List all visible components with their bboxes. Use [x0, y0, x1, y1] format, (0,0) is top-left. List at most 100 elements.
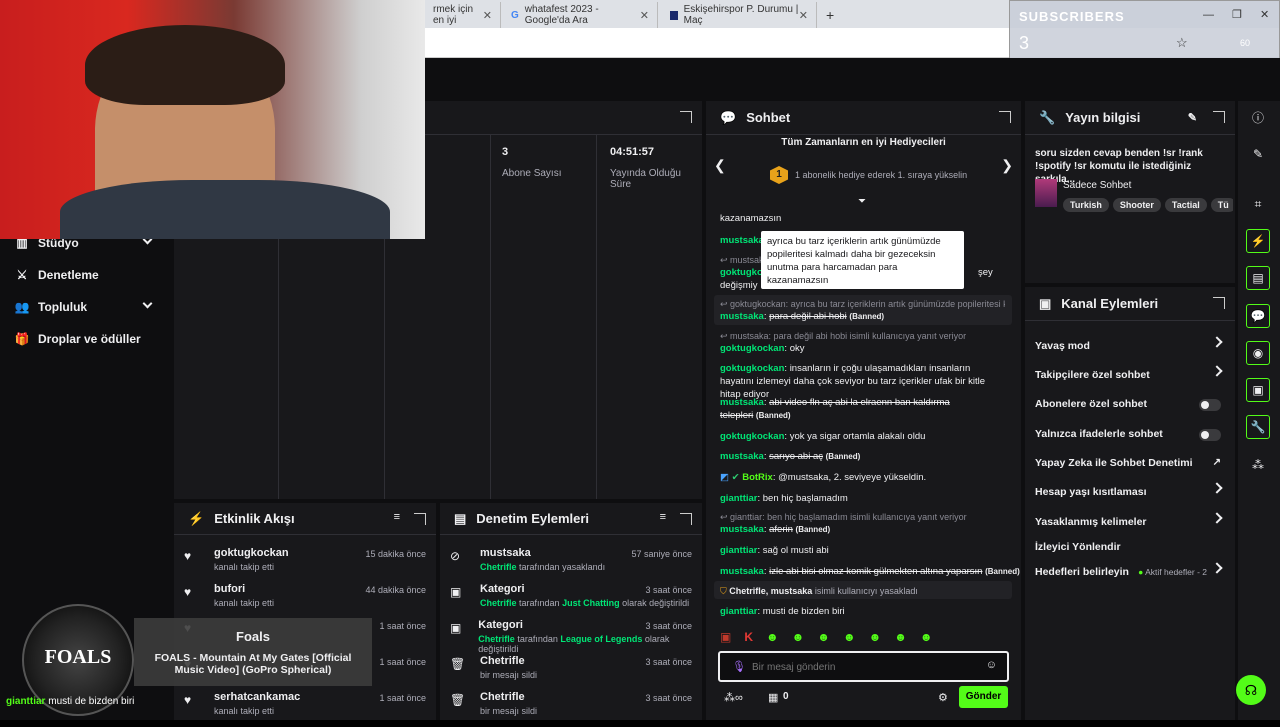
broadcast-icon[interactable]: ◉ [1246, 341, 1270, 365]
activity-user[interactable]: serhatcankamac [214, 691, 300, 703]
browser-tab[interactable]: G whatafest 2023 - Google'da Ara ✕ [503, 2, 658, 28]
send-button[interactable]: Gönder [959, 686, 1008, 708]
emoji-icon[interactable]: ☺ [986, 659, 997, 671]
new-tab-button[interactable]: + [818, 2, 842, 28]
minimize-icon[interactable]: — [1203, 9, 1214, 21]
maximize-icon[interactable]: ❐ [1232, 8, 1242, 21]
setting-goals[interactable]: Hedefleri belirleyin ● Aktif hedefler - 2 [1035, 560, 1223, 584]
chat-username[interactable]: BotRix [742, 472, 773, 483]
chat-username[interactable]: mustsaka [720, 397, 764, 408]
emote-icon[interactable]: K [744, 630, 753, 646]
mod-action-target[interactable]: Chetrifle [480, 691, 537, 703]
chat-username[interactable]: gianttiar [720, 493, 757, 504]
popout-icon[interactable] [680, 513, 692, 525]
setting-raid[interactable]: İzleyici Yönlendir [1035, 535, 1221, 559]
tag[interactable]: Turkish [1063, 198, 1109, 212]
mod-actor[interactable]: Chetrifle [478, 634, 515, 644]
browser-tab[interactable]: Eskişehirspor P. Durumu | Maç ✕ [662, 2, 817, 28]
setting-emote-only[interactable]: Yalnızca ifadelerle sohbet [1035, 422, 1221, 446]
document-icon[interactable]: ▤ [1246, 266, 1270, 290]
setting-followers-only[interactable]: Takipçilere özel sohbet [1035, 363, 1223, 387]
browser-tab[interactable]: rmek için en iyi ✕ [425, 2, 501, 28]
chevron-left-icon[interactable]: ❮ [714, 157, 726, 174]
actions-icon[interactable]: ▣ [1246, 378, 1270, 402]
microphone-icon[interactable]: 🎙 [732, 660, 746, 673]
chevron-down-icon[interactable] [142, 298, 153, 309]
tag[interactable]: Tactial [1164, 198, 1207, 212]
close-tab-icon[interactable]: ✕ [640, 9, 649, 22]
close-tab-icon[interactable]: ✕ [483, 9, 492, 22]
activity-user[interactable]: bufori [214, 583, 274, 595]
chevron-right-icon[interactable] [1211, 562, 1223, 574]
chevron-right-icon[interactable] [1211, 512, 1223, 524]
emote-icon[interactable]: ☻ [792, 630, 805, 646]
wrench-icon[interactable]: 🔧 [1246, 415, 1270, 439]
filter-icon[interactable]: ≡ [394, 511, 400, 523]
edit-icon[interactable]: ✎ [1188, 111, 1197, 124]
popout-icon[interactable] [1213, 111, 1225, 123]
filter-icon[interactable]: ≡ [660, 511, 666, 523]
chevron-right-icon[interactable] [1211, 482, 1223, 494]
chevron-right-icon[interactable] [1211, 336, 1223, 348]
mod-action-target[interactable]: mustsaka [480, 547, 605, 559]
category-name[interactable]: Sadece Sohbet [1063, 180, 1131, 191]
scan-icon[interactable]: ⌗ [1246, 192, 1270, 216]
mod-action-text: bir mesajı sildi [480, 706, 538, 716]
gear-icon[interactable]: ⚙ [938, 691, 948, 704]
nav-item-community[interactable]: 👥 Topluluk [14, 300, 88, 314]
chat-username[interactable]: goktugkockan [720, 363, 784, 374]
popout-icon[interactable] [414, 513, 426, 525]
activity-user[interactable]: goktugkockan [214, 547, 289, 559]
chat-username[interactable]: mustsaka [720, 451, 764, 462]
lightning-icon[interactable]: ⚡ [1246, 229, 1270, 253]
chat-input-field[interactable] [752, 659, 977, 675]
emote-icon[interactable]: ☻ [869, 630, 882, 646]
tag[interactable]: Tü [1210, 198, 1233, 212]
chat-username[interactable]: mustsaka [720, 311, 764, 322]
popout-icon[interactable] [999, 111, 1011, 123]
close-tab-icon[interactable]: ✕ [799, 9, 808, 22]
emote-icon[interactable]: ☻ [920, 630, 933, 646]
emote-icon[interactable]: ☻ [843, 630, 856, 646]
chat-username[interactable]: mustsaka [720, 566, 764, 577]
emote-icon[interactable]: ☻ [766, 630, 779, 646]
info-icon[interactable]: ⓘ [1246, 105, 1270, 129]
chat-username[interactable]: gianttiar [720, 545, 757, 556]
popout-icon[interactable] [680, 111, 692, 123]
setting-banned-words[interactable]: Yasaklanmış kelimeler [1035, 510, 1223, 534]
star-icon[interactable]: ☆ [1176, 35, 1188, 51]
popout-icon[interactable] [1213, 297, 1225, 309]
mod-actor[interactable]: Chetrifle [480, 598, 517, 608]
setting-ai-moderation[interactable]: Yapay Zeka ile Sohbet Denetimi ↗ [1035, 451, 1221, 475]
toggle-switch[interactable] [1199, 429, 1221, 441]
nav-item-drops[interactable]: 🎁 Droplar ve ödüller [14, 332, 141, 346]
chat-input[interactable]: 🎙 ☺ [718, 651, 1009, 682]
emote-icon[interactable]: ☻ [894, 630, 907, 646]
tag[interactable]: Shooter [1112, 198, 1161, 212]
toggle-switch[interactable] [1199, 399, 1221, 411]
chat-username[interactable]: mustsaka [720, 524, 764, 535]
setting-slow-mode[interactable]: Yavaş mod [1035, 334, 1223, 358]
chat-username[interactable]: gianttiar [720, 606, 757, 617]
support-icon[interactable]: ☊ [1236, 675, 1266, 705]
emote-icon[interactable]: ☻ [817, 630, 830, 646]
chat-bubble-icon[interactable]: 💬 [1246, 304, 1270, 328]
chat-username[interactable]: goktugkockan [720, 431, 784, 442]
setting-account-age[interactable]: Hesap yaşı kısıtlaması [1035, 480, 1223, 504]
chat-username[interactable]: goktugkockan [720, 343, 784, 354]
nav-item-moderation[interactable]: ⚔ Denetleme [14, 268, 99, 282]
close-window-icon[interactable]: ✕ [1260, 8, 1269, 21]
mod-action-target[interactable]: Chetrifle [480, 655, 537, 667]
mod-actor[interactable]: Chetrifle [480, 562, 517, 572]
widgets-icon[interactable]: ⁂ [1246, 453, 1270, 477]
chevron-right-icon[interactable]: ❯ [1001, 157, 1013, 174]
chat-username[interactable]: mustsaka [720, 235, 764, 246]
settings-menu-icon[interactable]: ⁂∞ [724, 691, 743, 704]
collapse-icon[interactable]: ⏷ [858, 196, 866, 207]
emote-icon[interactable]: ▣ [720, 630, 731, 646]
setting-subscribers-only[interactable]: Abonelere özel sohbet [1035, 392, 1221, 416]
edit-icon[interactable]: ✎ [1246, 142, 1270, 166]
external-link-icon[interactable]: ↗ [1213, 457, 1221, 468]
chevron-right-icon[interactable] [1211, 365, 1223, 377]
message-text: para değil abi hobi [769, 311, 847, 322]
